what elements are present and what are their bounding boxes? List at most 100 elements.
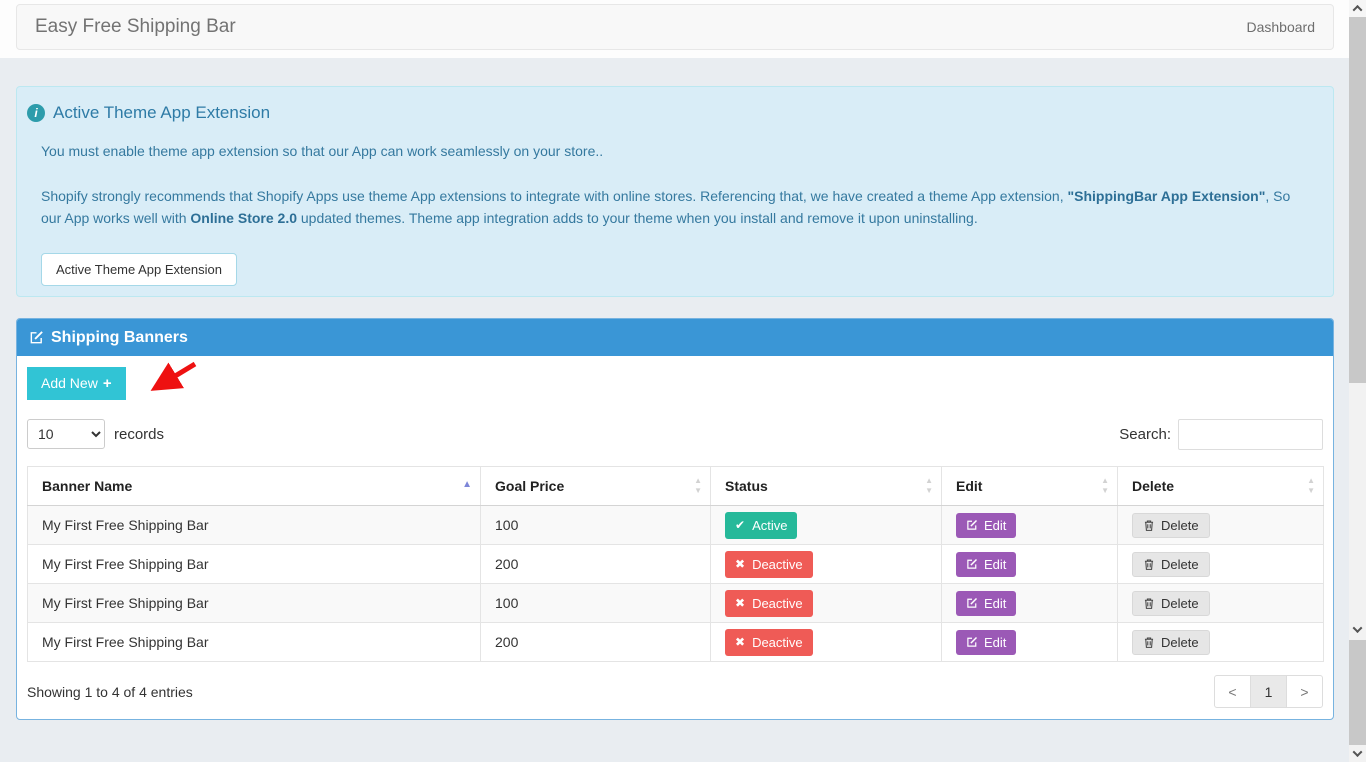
edit-cell: Edit <box>942 584 1118 623</box>
sort-down-icon: ▼ <box>925 486 933 496</box>
delete-cell: Delete <box>1118 623 1324 662</box>
sort-up-icon: ▲ <box>925 476 933 486</box>
column-label: Delete <box>1132 478 1174 494</box>
shipping-banners-body: Add New+ 10 records Search: <box>17 356 1333 719</box>
records-per-page-select[interactable]: 10 <box>27 419 105 449</box>
search-control: Search: <box>1119 419 1323 450</box>
add-new-button[interactable]: Add New+ <box>27 367 126 400</box>
banner-name-cell: My First Free Shipping Bar <box>28 545 481 584</box>
delete-label: Delete <box>1161 518 1199 533</box>
banner-name-cell: My First Free Shipping Bar <box>28 623 481 662</box>
pagination-page-1-button[interactable]: 1 <box>1250 675 1287 708</box>
trash-icon <box>1143 519 1155 532</box>
sort-down-icon: ▼ <box>1101 486 1109 496</box>
showing-entries-text: Showing 1 to 4 of 4 entries <box>27 684 193 700</box>
edit-button[interactable]: Edit <box>956 630 1016 655</box>
column-header-delete[interactable]: Delete▲▼ <box>1118 467 1324 506</box>
delete-cell: Delete <box>1118 545 1324 584</box>
delete-cell: Delete <box>1118 506 1324 545</box>
status-cell: ✖Deactive <box>711 545 942 584</box>
chevron-down-icon <box>1353 623 1363 633</box>
shipping-banners-panel: Shipping Banners Add New+ 10 records Sea… <box>16 318 1334 720</box>
scrollbar-thumb[interactable] <box>1349 17 1366 383</box>
edit-cell: Edit <box>942 623 1118 662</box>
table-controls-row: 10 records Search: <box>27 418 1323 450</box>
delete-label: Delete <box>1161 635 1199 650</box>
dashboard-link[interactable]: Dashboard <box>1247 19 1316 35</box>
sort-up-icon: ▲ <box>1101 476 1109 486</box>
column-header-status[interactable]: Status ▲▼ <box>711 467 942 506</box>
app-header: Easy Free Shipping Bar Dashboard <box>16 4 1334 50</box>
column-header-edit[interactable]: Edit ▲▼ <box>942 467 1118 506</box>
sort-ascending-icon: ▲ <box>462 479 472 490</box>
delete-label: Delete <box>1161 596 1199 611</box>
edit-button[interactable]: Edit <box>956 513 1016 538</box>
add-new-label: Add New <box>41 375 98 391</box>
column-header-goal-price[interactable]: Goal Price▲▼ <box>481 467 711 506</box>
info-panel-title: Active Theme App Extension <box>53 103 270 123</box>
vertical-scrollbar[interactable] <box>1349 0 1366 762</box>
table-footer: Showing 1 to 4 of 4 entries < 1 > <box>27 675 1323 708</box>
info-line1: You must enable theme app extension so t… <box>41 143 1309 159</box>
pagination-prev-button[interactable]: < <box>1214 675 1251 708</box>
trash-icon <box>1143 636 1155 649</box>
edit-label: Edit <box>984 518 1006 533</box>
status-cell: ✖Deactive <box>711 584 942 623</box>
active-theme-extension-button[interactable]: Active Theme App Extension <box>41 253 237 286</box>
banner-name-cell: My First Free Shipping Bar <box>28 506 481 545</box>
delete-button[interactable]: Delete <box>1132 513 1210 538</box>
edit-pencil-icon <box>966 636 978 648</box>
status-badge-active: ✔Active <box>725 512 797 539</box>
status-label: Deactive <box>752 596 803 611</box>
cross-icon: ✖ <box>735 635 745 649</box>
records-control: 10 records <box>27 419 164 449</box>
status-badge-deactive: ✖Deactive <box>725 629 813 656</box>
sort-down-icon: ▼ <box>694 486 702 496</box>
status-cell: ✔Active <box>711 506 942 545</box>
search-input[interactable] <box>1178 419 1323 450</box>
info-paragraph-part: updated themes. Theme app integration ad… <box>297 210 978 226</box>
scrollbar-up-arrow[interactable] <box>1349 0 1366 17</box>
edit-cell: Edit <box>942 545 1118 584</box>
check-icon: ✔ <box>735 518 745 532</box>
delete-button[interactable]: Delete <box>1132 591 1210 616</box>
delete-cell: Delete <box>1118 584 1324 623</box>
info-paragraph: Shopify strongly recommends that Shopify… <box>41 185 1309 229</box>
red-arrow-annotation <box>133 356 213 401</box>
goal-price-cell: 200 <box>481 545 711 584</box>
edit-pencil-icon <box>966 519 978 531</box>
scrollbar-down-arrow[interactable] <box>1349 621 1366 638</box>
column-label: Status <box>725 478 768 494</box>
info-panel-title-row: i Active Theme App Extension <box>27 103 1309 123</box>
delete-button[interactable]: Delete <box>1132 552 1210 577</box>
edit-pencil-icon <box>966 597 978 609</box>
edit-button[interactable]: Edit <box>956 552 1016 577</box>
sort-down-icon: ▼ <box>1307 486 1315 496</box>
scrollbar-bottom-arrow[interactable] <box>1349 745 1366 762</box>
edit-button[interactable]: Edit <box>956 591 1016 616</box>
column-header-banner-name[interactable]: Banner Name ▲ <box>28 467 481 506</box>
delete-button[interactable]: Delete <box>1132 630 1210 655</box>
page-title: Easy Free Shipping Bar <box>35 16 236 38</box>
scrollbar-thumb-secondary[interactable] <box>1349 640 1366 745</box>
sort-up-icon: ▲ <box>694 476 702 486</box>
info-paragraph-bold: Online Store 2.0 <box>190 210 297 226</box>
table-header-row: Banner Name▲ Goal Price▲▼ Status▲▼ Edit▲… <box>28 467 1324 506</box>
edit-label: Edit <box>984 635 1006 650</box>
pagination-next-button[interactable]: > <box>1286 675 1323 708</box>
sort-icon: ▲▼ <box>694 476 702 496</box>
table-row: My First Free Shipping Bar 200 ✖Deactive… <box>28 545 1324 584</box>
chevron-up-icon <box>1353 5 1363 15</box>
trash-icon <box>1143 558 1155 571</box>
search-label: Search: <box>1119 426 1171 443</box>
column-label: Banner Name <box>42 478 132 494</box>
edit-pencil-icon <box>966 558 978 570</box>
edit-label: Edit <box>984 557 1006 572</box>
shipping-banners-header: Shipping Banners <box>17 319 1333 356</box>
column-label: Edit <box>956 478 982 494</box>
goal-price-cell: 200 <box>481 623 711 662</box>
cross-icon: ✖ <box>735 557 745 571</box>
trash-icon <box>1143 597 1155 610</box>
table-row: My First Free Shipping Bar 200 ✖Deactive… <box>28 623 1324 662</box>
edit-cell: Edit <box>942 506 1118 545</box>
